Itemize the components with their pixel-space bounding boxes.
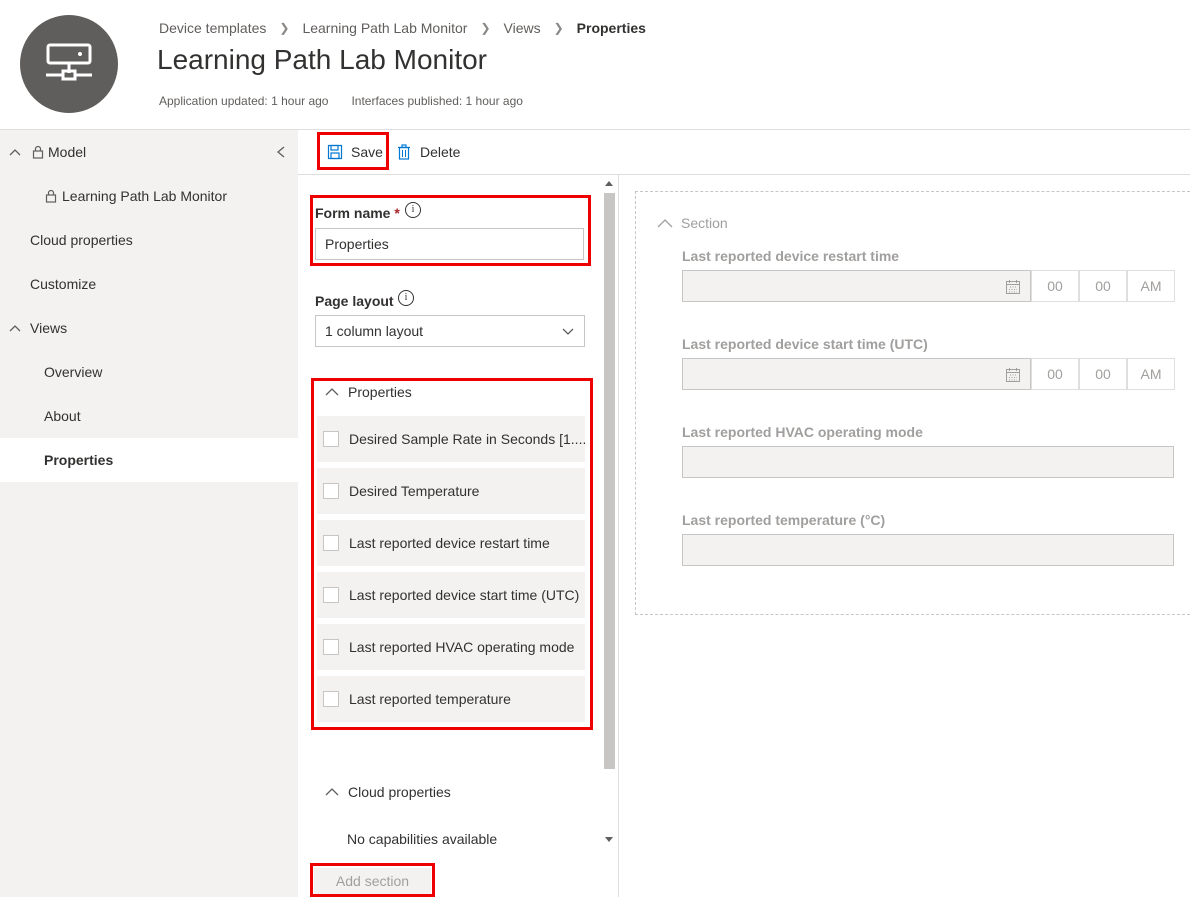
sidebar-item-label: Properties	[44, 452, 114, 468]
text-input	[682, 446, 1174, 478]
scroll-down-icon[interactable]	[605, 837, 613, 843]
chevron-up-icon	[657, 219, 673, 228]
cloud-section-label: Cloud properties	[348, 784, 451, 800]
preview-section-label: Section	[681, 215, 728, 231]
sidebar-item-label: Cloud properties	[30, 232, 133, 248]
save-highlight	[317, 132, 389, 170]
lock-icon	[45, 189, 57, 203]
sidebar-item-label: Learning Path Lab Monitor	[62, 188, 227, 204]
preview-field-label: Last reported device start time (UTC)	[682, 336, 928, 352]
empty-message: No capabilities available	[347, 831, 498, 847]
ampm-select: AM	[1127, 270, 1175, 302]
preview-field-label: Last reported temperature (°C)	[682, 512, 886, 528]
column-divider	[618, 175, 619, 897]
chevron-up-icon[interactable]	[8, 145, 22, 159]
sidebar: Model Learning Path Lab Monitor Cloud pr…	[0, 130, 298, 897]
delete-button[interactable]: Delete	[396, 142, 460, 162]
sidebar-item-views[interactable]: Views	[0, 306, 298, 350]
sidebar-item-about[interactable]: About	[0, 394, 298, 438]
form-name-highlight	[310, 195, 591, 266]
preview-field-label: Last reported device restart time	[682, 248, 900, 264]
app-updated-text: Application updated: 1 hour ago	[159, 94, 329, 108]
scrollbar-thumb[interactable]	[604, 193, 615, 769]
collapse-sidebar-icon[interactable]	[275, 145, 287, 159]
trash-icon	[398, 144, 410, 160]
lock-icon	[32, 145, 44, 159]
hour-select: 00	[1031, 358, 1079, 390]
avatar	[20, 15, 118, 113]
chevron-up-icon[interactable]	[8, 321, 22, 335]
text-input	[682, 534, 1174, 566]
page-layout-value: 1 column layout	[325, 323, 424, 339]
sidebar-item-properties[interactable]: Properties	[0, 438, 298, 482]
sidebar-item-cloud-properties[interactable]: Cloud properties	[0, 218, 298, 262]
cloud-section-toggle[interactable]: Cloud properties	[324, 783, 451, 801]
interfaces-published-text: Interfaces published: 1 hour ago	[351, 94, 523, 108]
chevron-up-icon	[325, 788, 339, 796]
device-icon	[46, 43, 92, 81]
ampm-select: AM	[1127, 358, 1175, 390]
sidebar-item-overview[interactable]: Overview	[0, 350, 298, 394]
scroll-up-icon[interactable]	[605, 180, 613, 186]
sidebar-item-model[interactable]: Model	[0, 130, 298, 174]
minute-select: 00	[1079, 358, 1127, 390]
breadcrumb-current: Properties	[576, 20, 646, 36]
preview-section-header: Section	[656, 214, 728, 232]
breadcrumb-template[interactable]: Learning Path Lab Monitor	[302, 20, 467, 36]
sidebar-item-label: Customize	[30, 276, 97, 292]
date-input	[682, 358, 1031, 390]
sidebar-item-label: Overview	[44, 364, 103, 380]
breadcrumb-views[interactable]: Views	[504, 20, 541, 36]
page-layout-label: Page layout	[315, 293, 394, 309]
hour-select: 00	[1031, 270, 1079, 302]
sidebar-item-label: Model	[48, 144, 87, 160]
sidebar-item-label: Views	[30, 320, 68, 336]
page-title: Learning Path Lab Monitor	[157, 44, 487, 75]
form-preview: Section Last reported device restart tim…	[635, 191, 1190, 615]
toolbar-divider	[298, 174, 1190, 175]
breadcrumb: Device templates ❯ Learning Path Lab Mon…	[159, 19, 646, 37]
chevron-right-icon: ❯	[279, 21, 290, 35]
chevron-right-icon: ❯	[480, 21, 491, 35]
chevron-right-icon: ❯	[553, 21, 564, 35]
sidebar-item-customize[interactable]: Customize	[0, 262, 298, 306]
sidebar-item-label: About	[44, 408, 81, 424]
minute-select: 00	[1079, 270, 1127, 302]
sidebar-item-template[interactable]: Learning Path Lab Monitor	[0, 174, 298, 218]
chevron-down-icon	[562, 328, 574, 335]
breadcrumb-device-templates[interactable]: Device templates	[159, 20, 266, 36]
calendar-icon	[1006, 280, 1020, 294]
header-meta: Application updated: 1 hour ago Interface…	[159, 94, 523, 108]
info-icon[interactable]: i	[398, 287, 414, 306]
preview-field-label: Last reported HVAC operating mode	[682, 424, 923, 440]
delete-button-label: Delete	[420, 144, 461, 160]
date-input	[682, 270, 1031, 302]
page-layout-select[interactable]: 1 column layout	[315, 315, 585, 347]
add-section-highlight	[310, 863, 435, 897]
calendar-icon	[1006, 368, 1020, 382]
properties-highlight	[311, 378, 593, 730]
